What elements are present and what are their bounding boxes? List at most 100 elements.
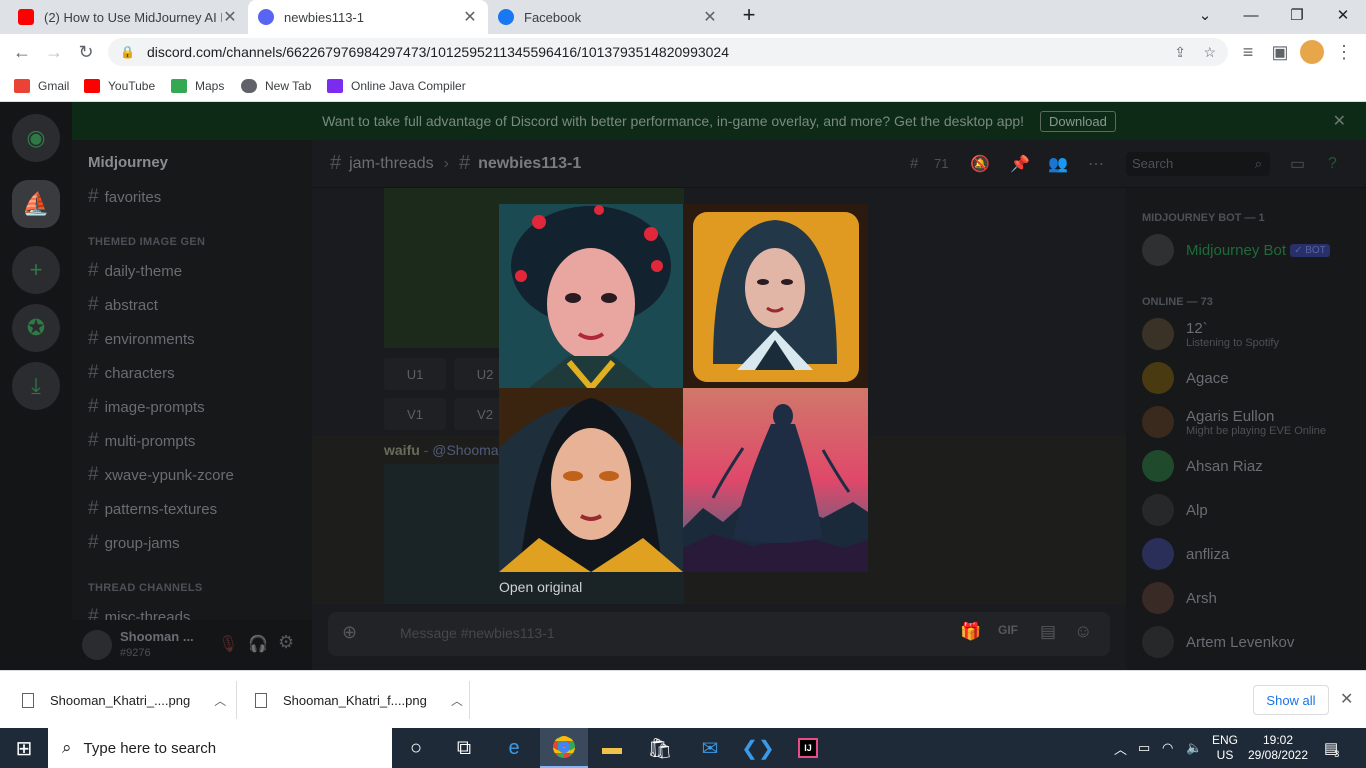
window-close-button[interactable]: ✕ — [1320, 0, 1366, 30]
sticker-icon[interactable]: ▤ — [1040, 622, 1056, 642]
close-icon[interactable]: ✕ — [462, 7, 478, 27]
download-apps-icon[interactable]: ⤓ — [12, 362, 60, 410]
member-item[interactable]: 12` Listening to Spotify — [1142, 318, 1279, 350]
emoji-icon[interactable]: ☺ — [1074, 621, 1092, 642]
star-icon[interactable]: ☆ — [1203, 44, 1216, 61]
language-indicator[interactable]: ENG US — [1212, 728, 1238, 768]
bookmark-gmail[interactable]: Gmail — [14, 76, 69, 96]
store-icon[interactable]: 🛍 — [636, 728, 684, 768]
member-item[interactable]: Agace — [1142, 362, 1229, 394]
vscode-icon[interactable]: ❮❯ — [734, 728, 782, 768]
bookmark-java-compiler[interactable]: Online Java Compiler — [327, 76, 466, 96]
back-icon[interactable]: ← — [10, 40, 34, 64]
member-item[interactable]: Artem Levenkov — [1142, 626, 1294, 658]
v1-button[interactable]: V1 — [384, 398, 446, 430]
channel-item[interactable]: # daily-theme — [88, 260, 182, 282]
channel-favorites[interactable]: # favorites — [88, 186, 161, 208]
chevron-up-icon[interactable]: ︿ — [214, 692, 226, 709]
tray-chevron-icon[interactable]: ︿ — [1114, 728, 1127, 768]
wifi-icon[interactable]: ◠ — [1162, 728, 1173, 768]
restore-button[interactable]: ❐ — [1274, 0, 1320, 30]
minimize-button[interactable]: — — [1228, 0, 1274, 30]
channel-item[interactable]: # group-jams — [88, 532, 180, 554]
download-item[interactable]: Shooman_Khatri_....png ︿ — [22, 671, 226, 729]
channel-item[interactable]: # xwave-ypunk-zcore — [88, 464, 234, 486]
avatar[interactable] — [82, 630, 112, 660]
notification-mute-icon[interactable]: 🔕 — [970, 154, 990, 174]
forward-icon[interactable]: → — [42, 40, 66, 64]
channel-item[interactable]: # patterns-textures — [88, 498, 217, 520]
notification-center-icon[interactable]: ▤ 3 — [1324, 728, 1339, 768]
gif-icon[interactable]: GIF — [998, 623, 1018, 637]
tab-discord[interactable]: newbies113-1 ✕ — [248, 0, 488, 34]
close-icon[interactable]: ✕ — [1333, 111, 1346, 131]
more-icon[interactable]: ⋯ — [1088, 154, 1104, 174]
close-icon[interactable]: ✕ — [702, 7, 718, 27]
download-item[interactable]: Shooman_Khatri_f....png ︿ — [255, 671, 463, 729]
cortana-icon[interactable]: ○ — [392, 728, 440, 768]
member-item[interactable]: Alp — [1142, 494, 1208, 526]
midjourney-server-icon[interactable]: ⛵ — [12, 180, 60, 228]
pin-icon[interactable]: 📌 — [1010, 154, 1030, 174]
message-input[interactable]: ⊕ Message #newbies113-1 🎁 GIF ▤ ☺ — [328, 612, 1110, 656]
message-author[interactable]: waifu — [384, 442, 420, 458]
new-tab-button[interactable]: + — [726, 0, 772, 30]
category-label[interactable]: THEMED IMAGE GEN — [88, 236, 205, 248]
image-preview[interactable] — [499, 204, 868, 572]
tab-facebook[interactable]: Facebook ✕ — [488, 0, 728, 34]
open-original-link[interactable]: Open original — [499, 579, 582, 595]
share-icon[interactable]: ⇪ — [1174, 44, 1186, 61]
settings-gear-icon[interactable]: ⚙ — [278, 632, 294, 653]
chrome-icon[interactable] — [540, 728, 588, 768]
discord-home-icon[interactable]: ◉ — [12, 114, 60, 162]
intellij-icon[interactable]: IJ — [784, 728, 832, 768]
file-explorer-icon[interactable]: ▬ — [588, 728, 636, 768]
bookmark-youtube[interactable]: YouTube — [84, 76, 155, 96]
close-icon[interactable]: ✕ — [222, 7, 238, 27]
threads-count-icon[interactable]: # — [910, 155, 918, 172]
explore-icon[interactable]: ✪ — [12, 304, 60, 352]
channel-item[interactable]: # image-prompts — [88, 396, 205, 418]
tab-youtube[interactable]: (2) How to Use MidJourney AI Im ✕ — [8, 0, 248, 34]
side-panel-icon[interactable]: ▣ — [1268, 40, 1292, 64]
breadcrumb-parent[interactable]: jam-threads — [349, 155, 433, 173]
bookmark-new-tab[interactable]: New Tab — [241, 76, 311, 96]
member-item[interactable]: Agaris Eullon Might be playing EVE Online — [1142, 406, 1326, 438]
u1-button[interactable]: U1 — [384, 358, 446, 390]
close-icon[interactable]: ✕ — [1340, 689, 1353, 709]
category-label[interactable]: THREAD CHANNELS — [88, 582, 203, 594]
show-all-button[interactable]: Show all — [1253, 685, 1329, 715]
member-item[interactable]: anfliza — [1142, 538, 1229, 570]
members-icon[interactable]: 👥 — [1048, 154, 1068, 174]
reading-list-icon[interactable]: ≡ — [1236, 40, 1260, 64]
channel-item[interactable]: # abstract — [88, 294, 158, 316]
channel-item[interactable]: # characters — [88, 362, 175, 384]
inbox-icon[interactable]: ▭ — [1290, 154, 1305, 174]
chevron-up-icon[interactable]: ︿ — [451, 692, 463, 709]
mute-icon[interactable]: 🎙 — [218, 634, 238, 654]
task-view-icon[interactable]: ⧉ — [440, 728, 488, 768]
headphones-icon[interactable]: 🎧 — [248, 634, 268, 654]
search-input[interactable]: Search ⌕ — [1126, 152, 1270, 176]
download-button[interactable]: Download — [1040, 110, 1116, 132]
tab-search-chevron-icon[interactable]: ⌄ — [1182, 0, 1228, 30]
omnibox[interactable]: 🔒 discord.com/channels/66226797698429747… — [108, 38, 1228, 66]
member-item[interactable]: Midjourney Bot ✓ BOT — [1142, 234, 1330, 266]
message-mention[interactable]: @Shooma — [432, 442, 498, 458]
volume-icon[interactable]: 🔈 — [1186, 728, 1202, 768]
member-item[interactable]: Ahsan Riaz — [1142, 450, 1263, 482]
network-icon[interactable]: ▭ — [1138, 728, 1150, 768]
server-name[interactable]: Midjourney — [88, 154, 168, 171]
channel-item[interactable]: # environments — [88, 328, 195, 350]
bookmark-maps[interactable]: Maps — [171, 76, 224, 96]
clock[interactable]: 19:02 29/08/2022 — [1246, 728, 1310, 768]
edge-icon[interactable]: e — [490, 728, 538, 768]
mail-icon[interactable]: ✉ — [686, 728, 734, 768]
add-server-icon[interactable]: + — [12, 246, 60, 294]
reload-icon[interactable]: ↻ — [74, 40, 98, 64]
gift-icon[interactable]: 🎁 — [960, 622, 981, 642]
windows-start-icon[interactable]: ⊞ — [0, 728, 48, 768]
help-icon[interactable]: ? — [1328, 155, 1337, 173]
add-attachment-icon[interactable]: ⊕ — [342, 622, 357, 643]
taskbar-search[interactable]: ⌕ Type here to search — [48, 728, 392, 768]
